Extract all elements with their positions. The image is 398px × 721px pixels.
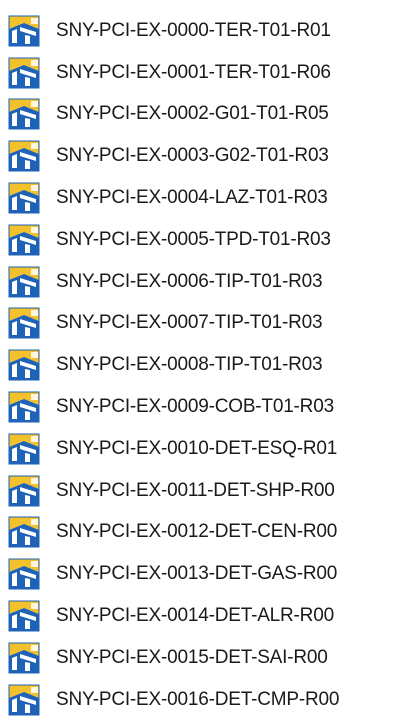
file-item[interactable]: SNY-PCI-EX-0009-COB-T01-R03	[8, 386, 393, 428]
file-name: SNY-PCI-EX-0009-COB-T01-R03	[56, 396, 334, 418]
file-type-icon	[8, 266, 40, 298]
file-name: SNY-PCI-EX-0011-DET-SHP-R00	[56, 479, 335, 501]
file-name: SNY-PCI-EX-0013-DET-GAS-R00	[56, 563, 338, 585]
file-type-icon	[8, 433, 40, 465]
file-item[interactable]: SNY-PCI-EX-0005-TPD-T01-R03	[8, 219, 393, 261]
file-type-icon	[8, 391, 40, 423]
file-item[interactable]: SNY-PCI-EX-0006-TIP-T01-R03	[8, 261, 393, 303]
file-type-icon	[8, 475, 40, 507]
file-item[interactable]: SNY-PCI-EX-0008-TIP-T01-R03	[8, 344, 393, 386]
file-item[interactable]: SNY-PCI-EX-0016-DET-CMP-R00	[8, 679, 393, 721]
file-item[interactable]: SNY-PCI-EX-0002-G01-T01-R05	[8, 94, 393, 136]
file-type-icon	[8, 516, 40, 548]
file-name: SNY-PCI-EX-0014-DET-ALR-R00	[56, 605, 334, 627]
file-name: SNY-PCI-EX-0008-TIP-T01-R03	[56, 354, 323, 376]
file-item[interactable]: SNY-PCI-EX-0007-TIP-T01-R03	[8, 303, 393, 345]
file-item[interactable]: SNY-PCI-EX-0000-TER-T01-R01	[8, 10, 393, 52]
file-type-icon	[8, 15, 40, 47]
file-type-icon	[8, 307, 40, 339]
file-item[interactable]: SNY-PCI-EX-0015-DET-SAI-R00	[8, 637, 393, 679]
file-type-icon	[8, 182, 40, 214]
file-type-icon	[8, 57, 40, 89]
file-name: SNY-PCI-EX-0015-DET-SAI-R00	[56, 646, 328, 668]
file-type-icon	[8, 642, 40, 674]
file-item[interactable]: SNY-PCI-EX-0010-DET-ESQ-R01	[8, 428, 393, 470]
file-name: SNY-PCI-EX-0007-TIP-T01-R03	[56, 312, 323, 334]
file-type-icon	[8, 224, 40, 256]
file-item[interactable]: SNY-PCI-EX-0014-DET-ALR-R00	[8, 595, 393, 637]
file-name: SNY-PCI-EX-0001-TER-T01-R06	[56, 61, 331, 83]
file-name: SNY-PCI-EX-0004-LAZ-T01-R03	[56, 187, 328, 209]
file-type-icon	[8, 600, 40, 632]
file-item[interactable]: SNY-PCI-EX-0003-G02-T01-R03	[8, 135, 393, 177]
file-name: SNY-PCI-EX-0006-TIP-T01-R03	[56, 270, 323, 292]
file-name: SNY-PCI-EX-0012-DET-CEN-R00	[56, 521, 338, 543]
file-item[interactable]: SNY-PCI-EX-0011-DET-SHP-R00	[8, 470, 393, 512]
file-name: SNY-PCI-EX-0005-TPD-T01-R03	[56, 228, 331, 250]
file-item[interactable]: SNY-PCI-EX-0004-LAZ-T01-R03	[8, 177, 393, 219]
file-type-icon	[8, 140, 40, 172]
file-type-icon	[8, 558, 40, 590]
file-list: SNY-PCI-EX-0000-TER-T01-R01 SNY-PCI-EX-0…	[8, 10, 393, 721]
file-item[interactable]: SNY-PCI-EX-0012-DET-CEN-R00	[8, 512, 393, 554]
file-type-icon	[8, 349, 40, 381]
file-name: SNY-PCI-EX-0016-DET-CMP-R00	[56, 688, 340, 710]
file-type-icon	[8, 98, 40, 130]
file-name: SNY-PCI-EX-0003-G02-T01-R03	[56, 145, 329, 167]
file-name: SNY-PCI-EX-0002-G01-T01-R05	[56, 103, 329, 125]
file-name: SNY-PCI-EX-0010-DET-ESQ-R01	[56, 437, 338, 459]
file-type-icon	[8, 684, 40, 716]
file-name: SNY-PCI-EX-0000-TER-T01-R01	[56, 19, 331, 41]
file-item[interactable]: SNY-PCI-EX-0013-DET-GAS-R00	[8, 553, 393, 595]
file-item[interactable]: SNY-PCI-EX-0001-TER-T01-R06	[8, 52, 393, 94]
